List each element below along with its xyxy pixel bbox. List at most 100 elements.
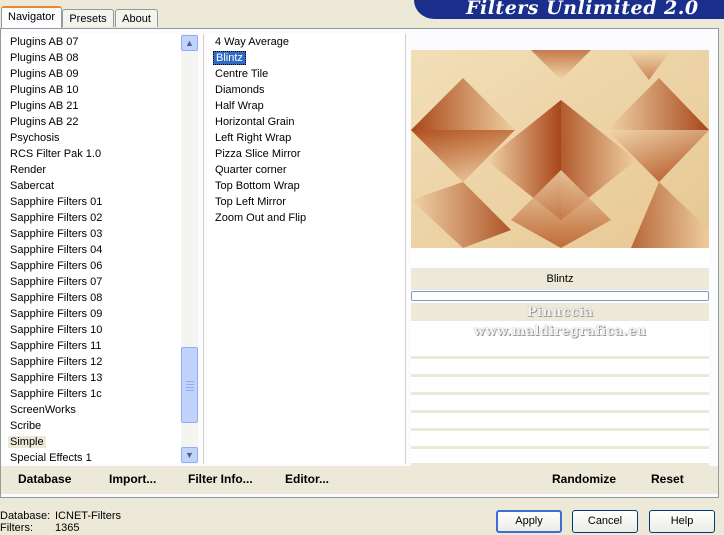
- category-list-item[interactable]: Sapphire Filters 02: [1, 210, 181, 226]
- import-button[interactable]: Import...: [109, 472, 156, 486]
- category-item-label: Sapphire Filters 12: [10, 356, 103, 368]
- category-list-item[interactable]: Sapphire Filters 04: [1, 242, 181, 258]
- category-list-item[interactable]: Sapphire Filters 07: [1, 274, 181, 290]
- category-item-label: Sapphire Filters 10: [10, 324, 103, 336]
- grip-line: [186, 387, 194, 388]
- category-list-item[interactable]: Plugins AB 21: [1, 98, 181, 114]
- filter-item-label: Zoom Out and Flip: [215, 212, 307, 224]
- category-item-label: Sapphire Filters 06: [10, 260, 103, 272]
- category-list-item[interactable]: Psychosis: [1, 130, 181, 146]
- category-item-label: Sapphire Filters 01: [10, 196, 103, 208]
- cancel-button[interactable]: Cancel: [572, 510, 638, 533]
- category-item-label: Sapphire Filters 02: [10, 212, 103, 224]
- filter-list[interactable]: 4 Way Average Blintz Centre Tile Diamonds Ha…: [206, 34, 404, 464]
- category-list-item[interactable]: Sapphire Filters 10: [1, 322, 181, 338]
- control-slot: [411, 341, 709, 359]
- category-list-item[interactable]: Sapphire Filters 11: [1, 338, 181, 354]
- category-item-label: ScreenWorks: [10, 404, 76, 416]
- category-item-label: Sapphire Filters 1c: [10, 388, 102, 400]
- app-title: Filters Unlimited 2.0: [466, 0, 699, 19]
- category-item-label: Psychosis: [10, 132, 60, 144]
- apply-button[interactable]: Apply: [496, 510, 562, 533]
- category-list-item[interactable]: Scribe: [1, 418, 181, 434]
- filter-list-item[interactable]: Zoom Out and Flip: [206, 210, 404, 226]
- category-item-label: Sapphire Filters 13: [10, 372, 103, 384]
- filter-list-item[interactable]: 4 Way Average: [206, 34, 404, 50]
- category-item-label: Plugins AB 21: [10, 100, 79, 112]
- filter-item-label: Horizontal Grain: [215, 116, 295, 128]
- tab-presets[interactable]: Presets: [62, 9, 114, 27]
- control-slot: [411, 359, 709, 377]
- filter-item-label: Quarter corner: [215, 164, 287, 176]
- arrow-down-icon[interactable]: ▼: [181, 447, 198, 463]
- category-list-item[interactable]: Plugins AB 09: [1, 66, 181, 82]
- category-list-item[interactable]: Sapphire Filters 06: [1, 258, 181, 274]
- category-list-item[interactable]: Sapphire Filters 12: [1, 354, 181, 370]
- category-list-item[interactable]: Render: [1, 162, 181, 178]
- category-item-label: Scribe: [10, 420, 42, 432]
- category-list-item[interactable]: Sapphire Filters 09: [1, 306, 181, 322]
- category-item-label: Plugins AB 07: [10, 36, 79, 48]
- category-list[interactable]: Plugins AB 07 Plugins AB 08 Plugins AB 09 P…: [1, 34, 181, 464]
- category-list-item[interactable]: Sapphire Filters 08: [1, 290, 181, 306]
- filter-list-item[interactable]: Left Right Wrap: [206, 130, 404, 146]
- filter-name-label: Blintz: [546, 273, 574, 285]
- filter-info-button[interactable]: Filter Info...: [188, 472, 253, 486]
- category-list-item[interactable]: Plugins AB 10: [1, 82, 181, 98]
- category-item-label: Plugins AB 22: [10, 116, 79, 128]
- database-button[interactable]: Database: [18, 472, 71, 486]
- control-slot: [411, 431, 709, 449]
- filter-list-item[interactable]: Centre Tile: [206, 66, 404, 82]
- category-item-label: Sapphire Filters 07: [10, 276, 103, 288]
- filter-list-item[interactable]: Half Wrap: [206, 98, 404, 114]
- category-item-label: Plugins AB 10: [10, 84, 79, 96]
- category-list-item[interactable]: RCS Filter Pak 1.0: [1, 146, 181, 162]
- grip-icon: [186, 381, 194, 382]
- preview-image: [411, 50, 709, 248]
- category-list-item[interactable]: Simple: [1, 434, 181, 450]
- category-list-item[interactable]: ScreenWorks: [1, 402, 181, 418]
- arrow-up-icon[interactable]: ▲: [181, 35, 198, 51]
- filter-list-item[interactable]: Top Left Mirror: [206, 194, 404, 210]
- control-slot: [411, 377, 709, 395]
- category-item-label: Sapphire Filters 08: [10, 292, 103, 304]
- grip-line: [186, 384, 194, 385]
- category-list-item[interactable]: Plugins AB 07: [1, 34, 181, 50]
- category-scrollbar[interactable]: ▲ ▼: [181, 34, 198, 464]
- category-list-item[interactable]: Special Effects 1: [1, 450, 181, 464]
- category-list-item[interactable]: Sapphire Filters 1c: [1, 386, 181, 402]
- watermark-url: www.maldiregrafica.eu: [473, 324, 647, 339]
- scroll-thumb[interactable]: [181, 347, 198, 423]
- category-item-label: Render: [10, 164, 47, 176]
- control-slot: [411, 413, 709, 431]
- category-list-item[interactable]: Sapphire Filters 03: [1, 226, 181, 242]
- filter-list-item[interactable]: Quarter corner: [206, 162, 404, 178]
- filter-list-item[interactable]: Top Bottom Wrap: [206, 178, 404, 194]
- tab-navigator[interactable]: Navigator: [1, 6, 62, 28]
- filter-item-label: Half Wrap: [215, 100, 264, 112]
- database-status-label: Database:: [0, 510, 51, 522]
- filters-status-value: 1365: [55, 522, 80, 534]
- filter-item-label: Blintz: [213, 51, 246, 65]
- randomize-button[interactable]: Randomize: [552, 472, 616, 486]
- column-divider: [203, 34, 204, 464]
- filter-item-label: Centre Tile: [215, 68, 269, 80]
- category-list-item[interactable]: Sabercat: [1, 178, 181, 194]
- reset-button[interactable]: Reset: [651, 472, 684, 486]
- help-button[interactable]: Help: [649, 510, 715, 533]
- editor-button[interactable]: Editor...: [285, 472, 329, 486]
- filter-list-item[interactable]: Pizza Slice Mirror: [206, 146, 404, 162]
- category-list-item[interactable]: Sapphire Filters 13: [1, 370, 181, 386]
- category-list-item[interactable]: Plugins AB 08: [1, 50, 181, 66]
- category-list-item[interactable]: Plugins AB 22: [1, 114, 181, 130]
- category-list-item[interactable]: Sapphire Filters 01: [1, 194, 181, 210]
- filter-item-label: Diamonds: [215, 84, 265, 96]
- filter-list-item[interactable]: Horizontal Grain: [206, 114, 404, 130]
- filter-item-label: Pizza Slice Mirror: [215, 148, 301, 160]
- filter-item-label: 4 Way Average: [215, 36, 289, 48]
- column-divider: [405, 34, 406, 464]
- filter-list-item[interactable]: Blintz: [206, 50, 404, 66]
- tab-about[interactable]: About: [115, 9, 158, 27]
- filter-list-item[interactable]: Diamonds: [206, 82, 404, 98]
- category-item-label: Special Effects 1: [10, 452, 92, 464]
